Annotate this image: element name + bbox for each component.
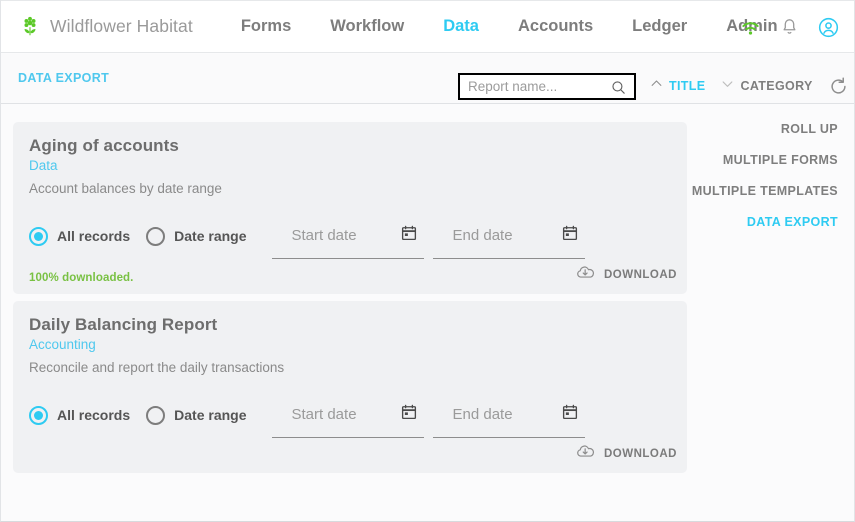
report-card-list: Aging of accounts Data Account balances … [13, 122, 687, 480]
end-date-input[interactable] [450, 226, 551, 245]
report-description: Account balances by date range [29, 181, 222, 196]
search-box[interactable] [458, 73, 636, 100]
report-controls: All records Date range [29, 210, 671, 262]
app-window: Wildflower Habitat Forms Workflow Data A… [0, 0, 855, 522]
report-card: Daily Balancing Report Accounting Reconc… [13, 301, 687, 473]
end-date-field[interactable] [432, 392, 585, 438]
start-date-field[interactable] [271, 213, 424, 259]
refresh-icon[interactable] [828, 76, 849, 97]
toolbar: DATA EXPORT TITLE [1, 54, 854, 104]
radio-dot-icon [146, 226, 166, 246]
flower-icon [19, 16, 41, 38]
download-label: DOWNLOAD [604, 269, 677, 281]
radio-dot-icon [29, 226, 48, 246]
cloud-download-icon [575, 262, 596, 288]
radio-all-records-label: All records [57, 228, 131, 244]
sort-controls: TITLE CATEGORY [649, 73, 849, 99]
sidemenu-item-multiple-forms[interactable]: MULTIPLE FORMS [678, 153, 838, 167]
chevron-down-icon [720, 76, 735, 96]
report-controls: All records Date range [29, 389, 671, 441]
sidemenu-item-roll-up[interactable]: ROLL UP [678, 122, 838, 136]
wifi-icon[interactable] [739, 16, 762, 39]
radio-date-range[interactable]: Date range [146, 226, 247, 246]
sort-title-label: TITLE [669, 79, 706, 93]
radio-all-records[interactable]: All records [29, 226, 131, 246]
report-category[interactable]: Data [29, 158, 671, 173]
nav-link-data[interactable]: Data [443, 17, 479, 36]
sidemenu-item-data-export[interactable]: DATA EXPORT [678, 215, 838, 229]
radio-dot-icon [29, 405, 48, 425]
sort-by-category[interactable]: CATEGORY [720, 76, 812, 96]
radio-date-range-label: Date range [174, 228, 247, 244]
chevron-up-icon [649, 76, 664, 96]
sort-category-label: CATEGORY [740, 79, 813, 93]
download-label: DOWNLOAD [604, 448, 677, 460]
report-title: Aging of accounts [29, 136, 179, 155]
calendar-icon[interactable] [561, 224, 579, 247]
calendar-icon[interactable] [400, 403, 418, 426]
sort-by-title[interactable]: TITLE [649, 76, 705, 96]
nav-link-ledger[interactable]: Ledger [632, 17, 687, 36]
side-menu: ROLL UP MULTIPLE FORMS MULTIPLE TEMPLATE… [678, 122, 838, 246]
calendar-icon[interactable] [561, 403, 579, 426]
start-date-input[interactable] [289, 405, 390, 424]
bell-icon[interactable] [779, 17, 800, 38]
calendar-icon[interactable] [400, 224, 418, 247]
brand[interactable]: Wildflower Habitat [19, 16, 193, 38]
start-date-field[interactable] [271, 392, 424, 438]
account-icon[interactable] [817, 16, 840, 39]
report-category[interactable]: Accounting [29, 337, 671, 352]
report-title: Daily Balancing Report [29, 315, 218, 334]
start-date-input[interactable] [289, 226, 390, 245]
download-button[interactable]: DOWNLOAD [575, 441, 677, 467]
radio-date-range[interactable]: Date range [146, 405, 247, 425]
report-footer: 100% downloaded. DOWNLOAD [29, 262, 677, 294]
search-icon[interactable] [610, 79, 627, 101]
nav-link-accounts[interactable]: Accounts [518, 17, 593, 36]
download-status: 100% downloaded. [29, 272, 134, 284]
report-card: Aging of accounts Data Account balances … [13, 122, 687, 294]
nav-icon-group [722, 1, 840, 54]
radio-dot-icon [146, 405, 166, 425]
search-input[interactable] [466, 78, 604, 95]
radio-all-records[interactable]: All records [29, 405, 131, 425]
radio-all-records-label: All records [57, 407, 131, 423]
cloud-download-icon [575, 441, 596, 467]
radio-date-range-label: Date range [174, 407, 247, 423]
sidemenu-item-multiple-templates[interactable]: MULTIPLE TEMPLATES [678, 184, 838, 198]
brand-name: Wildflower Habitat [50, 16, 193, 36]
end-date-field[interactable] [432, 213, 585, 259]
report-description: Reconcile and report the daily transacti… [29, 360, 285, 375]
end-date-input[interactable] [450, 405, 551, 424]
download-button[interactable]: DOWNLOAD [575, 262, 677, 288]
top-navigation-bar: Wildflower Habitat Forms Workflow Data A… [1, 0, 854, 53]
nav-link-forms[interactable]: Forms [241, 17, 291, 36]
nav-link-workflow[interactable]: Workflow [330, 17, 404, 36]
report-footer: DOWNLOAD [29, 441, 677, 473]
record-scope-radio-group: All records Date range [29, 405, 263, 425]
record-scope-radio-group: All records Date range [29, 226, 263, 246]
toolbar-title: DATA EXPORT [18, 71, 110, 85]
